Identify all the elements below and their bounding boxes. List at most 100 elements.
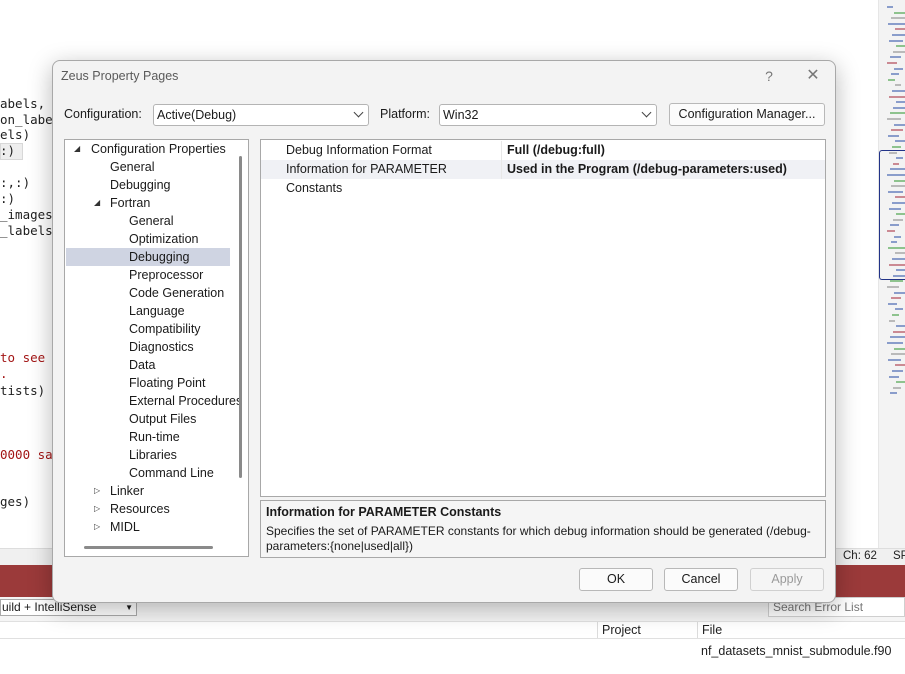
minimap-line bbox=[892, 202, 905, 204]
tree-item-label: Compatibility bbox=[129, 322, 201, 336]
tree-item[interactable]: ▷ Linker bbox=[66, 482, 230, 500]
platform-select[interactable]: Win32 bbox=[439, 104, 657, 126]
minimap-line bbox=[888, 78, 895, 81]
minimap-line bbox=[891, 241, 897, 244]
tree-item[interactable]: ◢ Fortran bbox=[66, 194, 230, 212]
minimap-line bbox=[891, 17, 905, 20]
tree-item-label: Resources bbox=[110, 502, 170, 516]
minimap-line bbox=[894, 235, 901, 238]
minimap-line bbox=[894, 347, 905, 350]
help-button[interactable]: ? bbox=[757, 65, 781, 87]
tree-item[interactable]: Debugging bbox=[66, 176, 230, 194]
tree-item[interactable]: Libraries bbox=[66, 446, 230, 464]
minimap-line bbox=[887, 286, 899, 288]
minimap-line bbox=[888, 302, 897, 305]
minimap-line bbox=[894, 291, 905, 294]
minimap-line bbox=[889, 151, 897, 154]
minimap-line bbox=[896, 101, 905, 104]
tree-vertical-scrollbar[interactable] bbox=[239, 156, 242, 478]
minimap-line bbox=[889, 95, 905, 98]
dialog-title: Zeus Property Pages bbox=[61, 69, 179, 83]
tree-item[interactable]: Diagnostics bbox=[66, 338, 230, 356]
minimap-line bbox=[890, 56, 901, 59]
expanded-arrow-icon[interactable]: ◢ bbox=[74, 140, 80, 158]
configuration-manager-button[interactable]: Configuration Manager... bbox=[669, 103, 825, 126]
tree-item[interactable]: General bbox=[66, 212, 230, 230]
property-row[interactable]: Information for PARAMETER Constants Used … bbox=[261, 160, 825, 195]
tree-item[interactable]: General bbox=[66, 158, 230, 176]
minimap-line bbox=[887, 6, 893, 8]
minimap-line bbox=[893, 274, 905, 277]
chevron-down-icon bbox=[641, 107, 652, 118]
cancel-button[interactable]: Cancel bbox=[664, 568, 738, 591]
tree-item[interactable]: Data bbox=[66, 356, 230, 374]
tree-item[interactable]: ◢ Configuration Properties bbox=[66, 140, 230, 158]
minimap-line bbox=[887, 118, 901, 120]
grid-gutter bbox=[261, 140, 275, 496]
tree-item[interactable]: Run-time bbox=[66, 428, 230, 446]
property-value[interactable]: Full (/debug:full) bbox=[507, 141, 605, 160]
tree-item[interactable]: Language bbox=[66, 302, 230, 320]
minimap-line bbox=[896, 45, 905, 48]
property-row[interactable]: Debug Information Format Full (/debug:ful… bbox=[261, 141, 825, 160]
tree-item[interactable]: Code Generation bbox=[66, 284, 230, 302]
error-file-cell[interactable]: nf_datasets_mnist_submodule.f90 bbox=[701, 644, 891, 658]
minimap-line bbox=[892, 370, 903, 372]
tree-item-label: Code Generation bbox=[129, 286, 225, 300]
spacing-indicator: SP bbox=[893, 550, 905, 562]
minimap-line bbox=[895, 140, 905, 143]
tree-item[interactable]: Debugging bbox=[66, 248, 230, 266]
apply-button[interactable]: Apply bbox=[750, 568, 824, 591]
minimap-line bbox=[889, 263, 905, 266]
tree-item-label: Preprocessor bbox=[129, 268, 204, 282]
minimap-line bbox=[894, 123, 905, 126]
code-line: :) bbox=[0, 191, 16, 206]
configuration-label: Configuration: bbox=[64, 107, 142, 121]
tree-item[interactable]: Output Files bbox=[66, 410, 230, 428]
minimap-line bbox=[889, 39, 903, 42]
minimap-line bbox=[893, 218, 903, 221]
close-icon[interactable]: ✕ bbox=[801, 65, 825, 87]
collapsed-arrow-icon[interactable]: ▷ bbox=[94, 482, 100, 500]
minimap-line bbox=[896, 325, 905, 328]
minimap-line bbox=[896, 213, 905, 216]
minimap-line bbox=[887, 342, 903, 344]
tree-item-label: MIDL bbox=[110, 520, 140, 534]
tree-item[interactable]: Preprocessor bbox=[66, 266, 230, 284]
property-name: Debug Information Format bbox=[286, 141, 502, 160]
property-tree[interactable]: ◢ Configuration Properties General Debuggin… bbox=[64, 139, 249, 557]
tree-item[interactable]: Floating Point bbox=[66, 374, 230, 392]
tree-item-label: Output Files bbox=[129, 412, 197, 426]
code-minimap[interactable] bbox=[878, 0, 905, 548]
tree-item[interactable]: Compatibility bbox=[66, 320, 230, 338]
minimap-line bbox=[893, 330, 905, 333]
tree-item-label: Command Line bbox=[129, 466, 214, 480]
column-header-project[interactable]: Project bbox=[597, 622, 697, 638]
tree-item[interactable]: Command Line bbox=[66, 464, 230, 482]
minimap-line bbox=[892, 146, 901, 148]
column-header-file[interactable]: File bbox=[697, 622, 905, 638]
tree-horizontal-scrollbar[interactable] bbox=[84, 546, 213, 549]
minimap-line bbox=[892, 34, 905, 36]
ok-button[interactable]: OK bbox=[579, 568, 653, 591]
minimap-line bbox=[888, 22, 905, 25]
minimap-line bbox=[893, 50, 905, 53]
tree-item[interactable]: External Procedures bbox=[66, 392, 242, 410]
configuration-select[interactable]: Active(Debug) bbox=[153, 104, 369, 126]
minimap-line bbox=[891, 297, 901, 300]
minimap-line bbox=[892, 314, 899, 316]
collapsed-arrow-icon[interactable]: ▷ bbox=[94, 518, 100, 536]
collapsed-arrow-icon[interactable]: ▷ bbox=[94, 500, 100, 518]
tree-item[interactable]: ▷ Resources bbox=[66, 500, 230, 518]
configuration-value: Active(Debug) bbox=[157, 108, 237, 122]
tree-item[interactable]: Optimization bbox=[66, 230, 230, 248]
minimap-line bbox=[889, 375, 899, 378]
tree-item[interactable]: ▷ MIDL bbox=[66, 518, 230, 536]
minimap-line bbox=[894, 11, 905, 14]
tree-item-label: Fortran bbox=[110, 196, 151, 210]
tree-item-label: General bbox=[129, 214, 174, 228]
minimap-line bbox=[894, 67, 903, 70]
expanded-arrow-icon[interactable]: ◢ bbox=[94, 194, 100, 212]
minimap-line bbox=[890, 336, 905, 339]
property-value[interactable]: Used in the Program (/debug-parameters:u… bbox=[507, 160, 787, 179]
